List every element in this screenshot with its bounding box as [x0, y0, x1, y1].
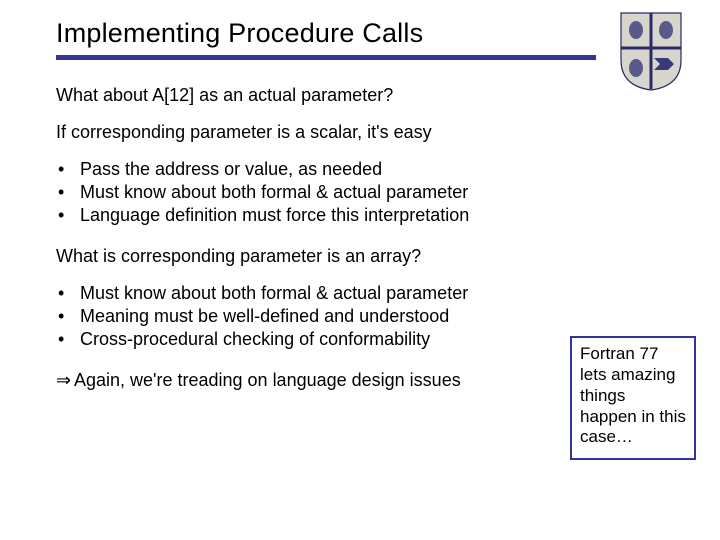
- slide-body: What about A[12] as an actual parameter?…: [56, 84, 576, 406]
- slide-title: Implementing Procedure Calls: [56, 18, 576, 53]
- list-item: Must know about both formal & actual par…: [56, 181, 576, 204]
- crest-logo: [618, 10, 684, 92]
- conclusion-text: Again, we're treading on language design…: [74, 370, 461, 390]
- intro-line: What about A[12] as an actual parameter?: [56, 84, 576, 107]
- list-item: Must know about both formal & actual par…: [56, 282, 576, 305]
- conclusion-line: ⇒Again, we're treading on language desig…: [56, 369, 576, 392]
- list-item: Meaning must be well-defined and underst…: [56, 305, 576, 328]
- implies-icon: ⇒: [56, 369, 74, 392]
- slide: Implementing Procedure Calls What about …: [0, 0, 720, 540]
- callout-text: Fortran 77 lets amazing things happen in…: [580, 344, 686, 446]
- block1-bullets: Pass the address or value, as needed Mus…: [56, 158, 576, 227]
- block1-lead: If corresponding parameter is a scalar, …: [56, 121, 576, 144]
- block2-bullets: Must know about both formal & actual par…: [56, 282, 576, 351]
- title-block: Implementing Procedure Calls: [56, 18, 576, 60]
- block2-lead: What is corresponding parameter is an ar…: [56, 245, 576, 268]
- title-underline: [56, 55, 596, 60]
- list-item: Language definition must force this inte…: [56, 204, 576, 227]
- list-item: Pass the address or value, as needed: [56, 158, 576, 181]
- list-item: Cross-procedural checking of conformabil…: [56, 328, 576, 351]
- callout-box: Fortran 77 lets amazing things happen in…: [570, 336, 696, 460]
